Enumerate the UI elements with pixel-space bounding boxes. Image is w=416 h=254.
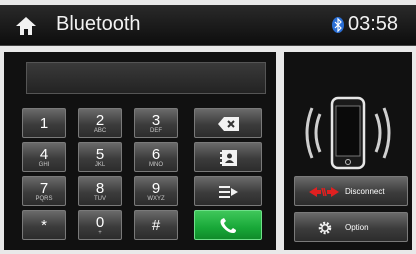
- number-display: [26, 62, 266, 94]
- key-digit: 6: [151, 146, 161, 163]
- key-digit: 8: [95, 180, 105, 197]
- top-bar: Bluetooth 03:58: [0, 5, 416, 46]
- key-letters: TUV: [94, 196, 106, 202]
- key-letters: WXYZ: [147, 196, 165, 202]
- device-panel: Disconnect Option: [284, 52, 412, 250]
- disconnect-icon: [309, 187, 339, 197]
- key-star[interactable]: *: [22, 210, 66, 240]
- call-button[interactable]: [194, 210, 262, 240]
- key-digit: #: [151, 217, 161, 234]
- option-label: Option: [345, 223, 369, 232]
- disconnect-button[interactable]: Disconnect: [294, 176, 408, 206]
- gear-icon: [318, 221, 332, 235]
- dialer-panel: 1 2 ABC 3 DEF 4 GHI 5 JKL 6 MNO 7 PQRS 8…: [4, 52, 276, 250]
- call-log-icon: [219, 186, 238, 198]
- key-4[interactable]: 4 GHI: [22, 142, 66, 172]
- key-8[interactable]: 8 TUV: [78, 176, 122, 206]
- key-letters: MNO: [149, 162, 163, 168]
- key-digit: 7: [39, 180, 49, 197]
- backspace-icon: [218, 117, 239, 131]
- key-7[interactable]: 7 PQRS: [22, 176, 66, 206]
- option-button[interactable]: Option: [294, 212, 408, 242]
- key-letters: DEF: [150, 128, 162, 134]
- key-digit: 1: [39, 115, 49, 132]
- key-digit: 3: [151, 112, 161, 129]
- bluetooth-icon: [332, 17, 344, 33]
- key-digit: *: [41, 217, 47, 234]
- key-letters: PQRS: [35, 196, 53, 202]
- key-digit: 5: [95, 146, 105, 163]
- call-icon: [220, 218, 236, 233]
- page-title: Bluetooth: [56, 13, 141, 35]
- key-9[interactable]: 9 WXYZ: [134, 176, 178, 206]
- key-digit: 2: [95, 112, 105, 129]
- key-0[interactable]: 0 +: [78, 210, 122, 240]
- phone-signal-icon: [305, 96, 391, 170]
- key-2[interactable]: 2 ABC: [78, 108, 122, 138]
- key-digit: 9: [151, 180, 161, 197]
- key-hash[interactable]: #: [134, 210, 178, 240]
- key-letters: +: [98, 230, 102, 236]
- key-6[interactable]: 6 MNO: [134, 142, 178, 172]
- contacts-icon: [220, 150, 237, 166]
- disconnect-label: Disconnect: [345, 187, 385, 196]
- contacts-button[interactable]: [194, 142, 262, 172]
- key-letters: JKL: [94, 162, 106, 168]
- key-1[interactable]: 1: [22, 108, 66, 138]
- key-digit: 0: [95, 214, 105, 231]
- key-letters: ABC: [93, 128, 107, 134]
- key-digit: 4: [39, 146, 49, 163]
- backspace-button[interactable]: [194, 108, 262, 138]
- key-3[interactable]: 3 DEF: [134, 108, 178, 138]
- clock: 03:58: [348, 13, 399, 35]
- home-icon[interactable]: [14, 15, 38, 37]
- key-5[interactable]: 5 JKL: [78, 142, 122, 172]
- call-log-button[interactable]: [194, 176, 262, 206]
- bluetooth-screen: Bluetooth 03:58 1 2 ABC 3 DEF 4 GHI 5 JK…: [0, 0, 416, 254]
- key-letters: GHI: [38, 162, 50, 168]
